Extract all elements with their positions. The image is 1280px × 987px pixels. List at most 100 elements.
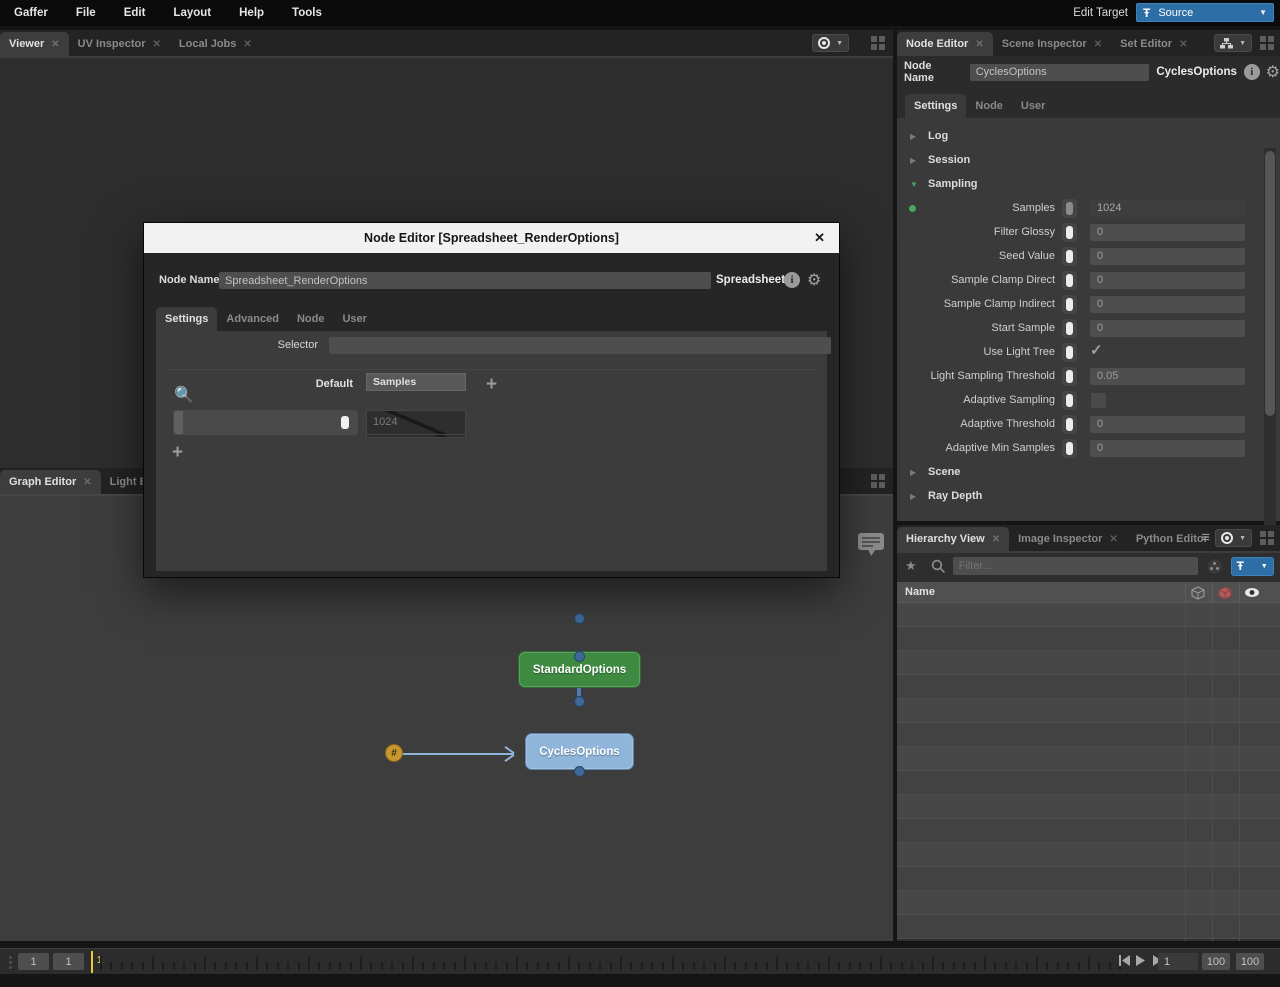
spreadsheet-column-header[interactable]: Samples xyxy=(366,373,466,391)
tab-viewer[interactable]: Viewer ✕ xyxy=(0,32,69,56)
section-ray-depth[interactable]: ▶Ray Depth xyxy=(897,484,1260,508)
tab-node[interactable]: Node xyxy=(288,307,334,331)
param-value-field[interactable]: 0.05 xyxy=(1090,368,1245,385)
table-row[interactable] xyxy=(897,747,1280,771)
current-frame-field[interactable] xyxy=(1158,953,1198,970)
filter-options-icon[interactable] xyxy=(1206,558,1223,575)
menu-tools[interactable]: Tools xyxy=(278,7,336,19)
table-row[interactable] xyxy=(897,651,1280,675)
param-value-field[interactable]: 1024 xyxy=(1090,200,1245,217)
tab-advanced[interactable]: Advanced xyxy=(217,307,288,331)
plug-out[interactable] xyxy=(574,651,585,662)
plug-switch[interactable] xyxy=(1062,295,1077,314)
disclosure-icon[interactable]: ▶ xyxy=(910,132,916,141)
close-icon[interactable]: ✕ xyxy=(1109,534,1117,545)
close-icon[interactable]: ✕ xyxy=(975,39,983,50)
param-light-sampling-threshold[interactable]: Light Sampling Threshold0.05 xyxy=(897,364,1260,388)
tab-uv-inspector[interactable]: UV Inspector ✕ xyxy=(69,32,170,56)
editor-focus-dropdown[interactable]: ▼ xyxy=(1214,34,1252,52)
menu-file[interactable]: File xyxy=(62,7,110,19)
close-icon[interactable]: ✕ xyxy=(1094,39,1102,50)
tab-node-editor[interactable]: Node Editor ✕ xyxy=(897,32,993,56)
param-value-field[interactable]: 0 xyxy=(1090,224,1245,241)
menu-edit[interactable]: Edit xyxy=(110,7,160,19)
param-value-field[interactable]: 0 xyxy=(1090,440,1245,457)
param-sample-clamp-direct[interactable]: Sample Clamp Direct0 xyxy=(897,268,1260,292)
checkbox-checked[interactable]: ✓ xyxy=(1090,341,1103,359)
timeline-outpoint-field[interactable] xyxy=(1202,953,1230,970)
tab-settings[interactable]: Settings xyxy=(905,94,966,118)
checkbox-unchecked[interactable] xyxy=(1091,393,1106,408)
table-row[interactable] xyxy=(897,795,1280,819)
param-filter-glossy[interactable]: Filter Glossy0 xyxy=(897,220,1260,244)
disclosure-icon[interactable]: ▶ xyxy=(910,468,916,477)
timeline-start-field[interactable] xyxy=(18,953,49,970)
hierarchy-table-body[interactable] xyxy=(897,603,1280,941)
layout-grid-icon[interactable] xyxy=(871,474,885,488)
close-icon[interactable]: ✕ xyxy=(814,230,825,246)
bookmark-star-icon[interactable]: ★ xyxy=(905,558,917,574)
table-row[interactable] xyxy=(897,891,1280,915)
hamburger-icon[interactable]: ≡ xyxy=(1201,529,1210,546)
row-enabled-switch[interactable] xyxy=(341,416,349,429)
skip-to-start-icon[interactable] xyxy=(1119,955,1130,966)
node-name-input[interactable] xyxy=(970,64,1150,81)
spreadsheet-row-pattern-field[interactable] xyxy=(173,410,358,435)
close-icon[interactable]: ✕ xyxy=(992,534,1000,545)
section-session[interactable]: ▶Session xyxy=(897,148,1260,172)
section-scene[interactable]: ▶Scene xyxy=(897,460,1260,484)
tab-python-editor[interactable]: Python Editor ✕ xyxy=(1127,527,1226,551)
plug-in[interactable] xyxy=(574,696,585,707)
layout-grid-icon[interactable] xyxy=(871,36,885,50)
scope-dropdown[interactable]: Ŧ ▼ xyxy=(1231,557,1274,576)
disclosure-icon[interactable]: ▶ xyxy=(910,492,916,501)
add-row-button[interactable]: + xyxy=(172,443,183,462)
gear-icon[interactable]: ⚙ xyxy=(807,272,821,288)
node-connection[interactable] xyxy=(402,753,514,755)
param-samples[interactable]: Samples1024 xyxy=(897,196,1260,220)
param-adaptive-sampling[interactable]: Adaptive Sampling xyxy=(897,388,1260,412)
param-value-field[interactable]: 0 xyxy=(1090,272,1245,289)
table-row[interactable] xyxy=(897,819,1280,843)
node-cyclesoptions[interactable]: CyclesOptions xyxy=(525,733,634,770)
annotation-icon[interactable] xyxy=(856,531,886,559)
tab-set-editor[interactable]: Set Editor ✕ xyxy=(1111,32,1196,56)
table-row[interactable] xyxy=(897,843,1280,867)
layout-grid-icon[interactable] xyxy=(1260,36,1274,50)
disclosure-icon[interactable]: ▶ xyxy=(910,156,916,165)
plug-in[interactable] xyxy=(574,613,585,624)
table-row[interactable] xyxy=(897,723,1280,747)
menu-help[interactable]: Help xyxy=(225,7,278,19)
menu-layout[interactable]: Layout xyxy=(159,7,225,19)
disclosure-icon[interactable]: ▼ xyxy=(910,180,918,189)
close-icon[interactable]: ✕ xyxy=(51,39,59,50)
table-row[interactable] xyxy=(897,867,1280,891)
table-row[interactable] xyxy=(897,675,1280,699)
selector-input[interactable] xyxy=(329,337,831,354)
param-seed-value[interactable]: Seed Value0 xyxy=(897,244,1260,268)
plug-switch[interactable] xyxy=(1062,391,1077,410)
table-row[interactable] xyxy=(897,603,1280,627)
dialog-titlebar[interactable]: Node Editor [Spreadsheet_RenderOptions] … xyxy=(144,223,839,253)
table-row[interactable] xyxy=(897,627,1280,651)
plug-switch[interactable] xyxy=(1062,247,1077,266)
scrollbar-thumb[interactable] xyxy=(1265,151,1275,416)
close-icon[interactable]: ✕ xyxy=(1179,39,1187,50)
plug-switch[interactable] xyxy=(1062,271,1077,290)
playhead[interactable] xyxy=(91,951,93,973)
param-use-light-tree[interactable]: Use Light Tree✓ xyxy=(897,340,1260,364)
name-column-header[interactable]: Name xyxy=(897,586,935,598)
param-adaptive-min-samples[interactable]: Adaptive Min Samples0 xyxy=(897,436,1260,460)
node-name-input[interactable] xyxy=(219,272,711,289)
tab-local-jobs[interactable]: Local Jobs ✕ xyxy=(170,32,261,56)
param-start-sample[interactable]: Start Sample0 xyxy=(897,316,1260,340)
plug-switch[interactable] xyxy=(1062,319,1077,338)
info-icon[interactable]: i xyxy=(1244,64,1260,80)
tab-hierarchy-view[interactable]: Hierarchy View ✕ xyxy=(897,527,1009,551)
tab-settings[interactable]: Settings xyxy=(156,307,217,331)
dot-node[interactable]: # xyxy=(385,744,403,762)
gear-icon[interactable]: ⚙ xyxy=(1266,64,1280,80)
plug-switch[interactable] xyxy=(1062,223,1077,242)
plug-switch[interactable] xyxy=(1062,439,1077,458)
search-icon[interactable]: 🔍 xyxy=(174,385,194,404)
